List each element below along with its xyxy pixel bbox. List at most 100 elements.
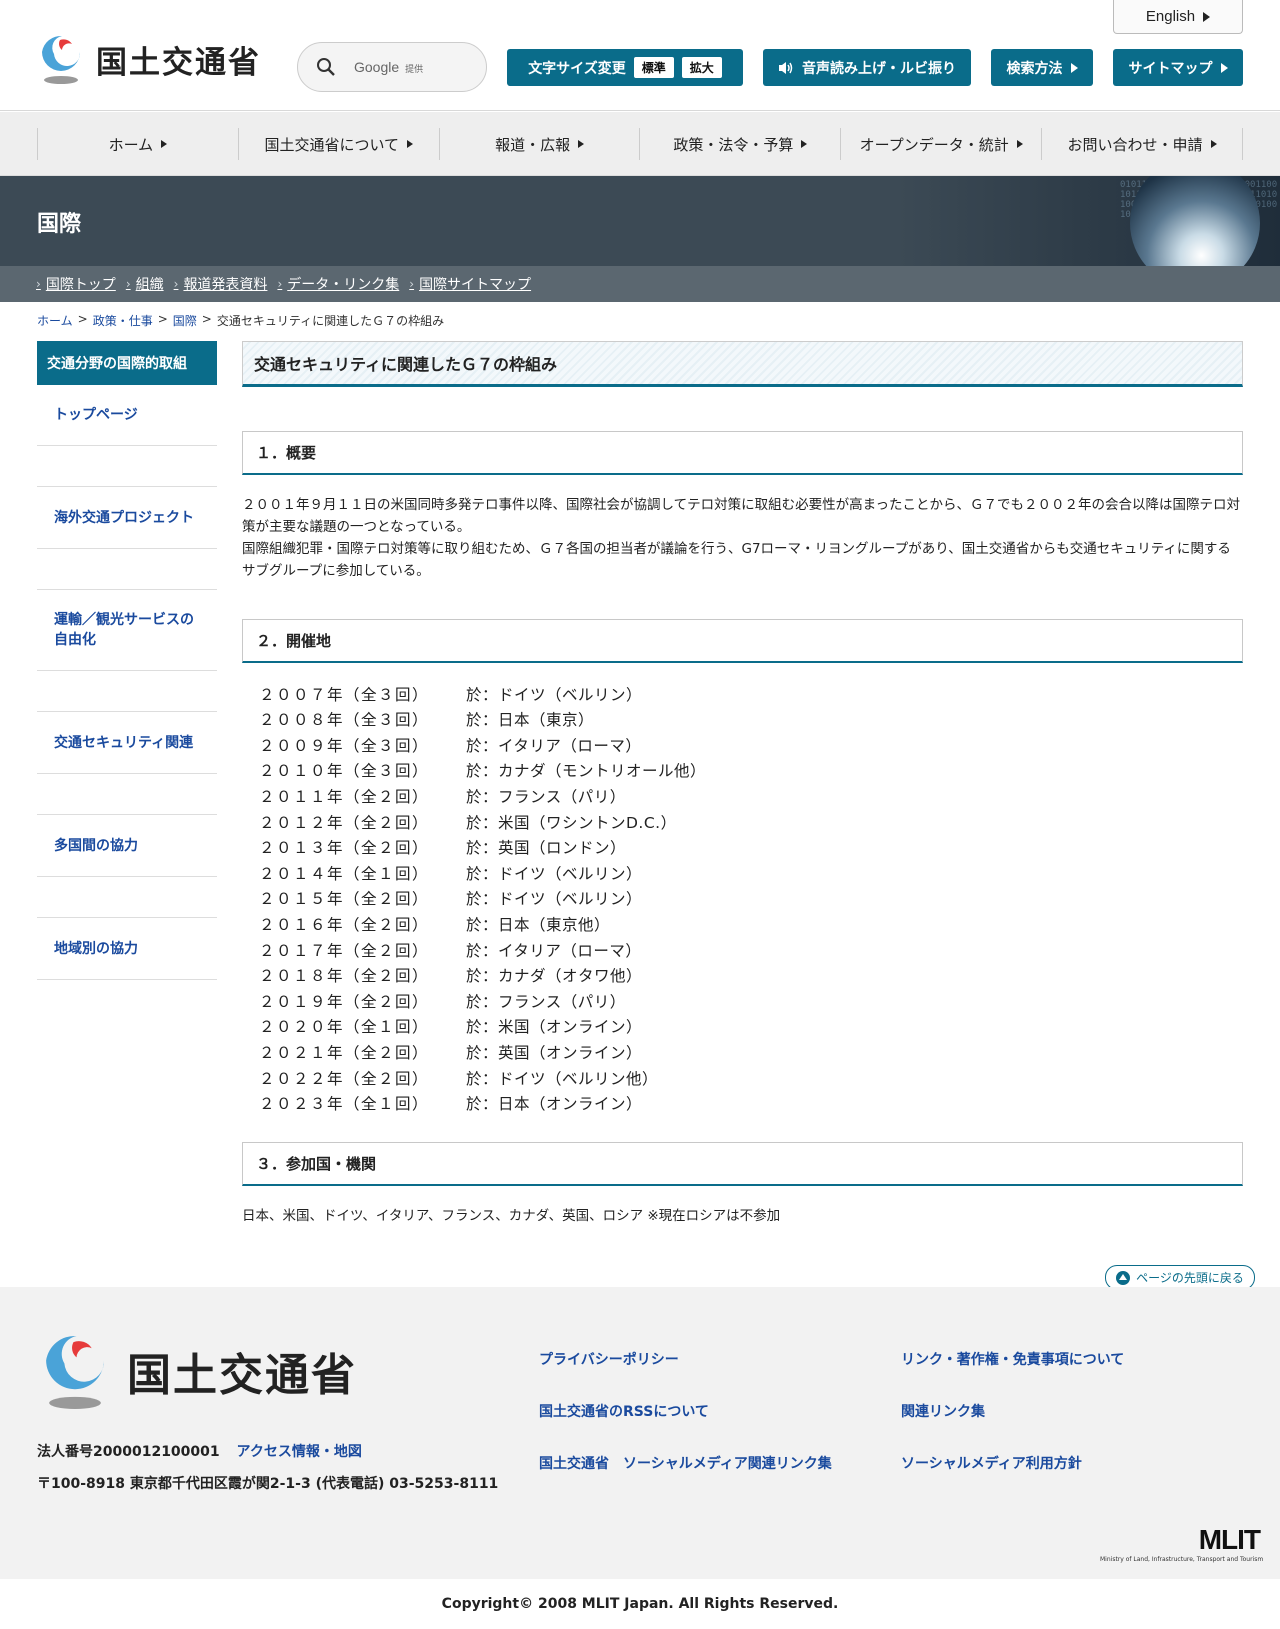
- font-size-label: 文字サイズ変更: [528, 60, 626, 77]
- search-input[interactable]: Google 提供: [297, 42, 487, 92]
- gnav-item-contact[interactable]: お問い合わせ・申請: [1042, 128, 1243, 160]
- mlit-logo-icon: [36, 32, 86, 86]
- breadcrumb-policy[interactable]: 政策・仕事: [93, 312, 153, 329]
- footer-link-related[interactable]: 関連リンク集: [901, 1401, 985, 1421]
- side-nav-item-overseas[interactable]: 海外交通プロジェクト: [37, 487, 217, 549]
- footer-link-text[interactable]: プライバシーポリシー: [539, 1352, 679, 1368]
- subnav-label: 報道発表資料: [183, 277, 268, 293]
- side-nav-divider: [37, 549, 217, 590]
- venue-row: ２０１５年（全２回） 於：ドイツ（ベルリン）: [259, 890, 643, 909]
- subnav-item-sitemap[interactable]: › 国際サイトマップ: [409, 274, 531, 294]
- footer-logo[interactable]: 国土交通省: [37, 1329, 357, 1413]
- section-heading-participants: ３．参加国・機関: [242, 1142, 1243, 1186]
- venue-row: ２０２２年（全２回） 於：ドイツ（ベルリン他）: [259, 1069, 659, 1088]
- venue-row: ２０１０年（全３回） 於：カナダ（モントリオール他）: [259, 762, 707, 781]
- font-size-standard-button[interactable]: 標準: [633, 57, 674, 78]
- globe-image: [1130, 176, 1260, 266]
- breadcrumb-separator: >: [157, 312, 168, 326]
- gnav-label: 報道・広報: [495, 135, 571, 154]
- footer-link-social-links[interactable]: 国土交通省 ソーシャルメディア関連リンク集: [539, 1453, 832, 1473]
- breadcrumb-separator: >: [77, 312, 88, 326]
- breadcrumb-separator: >: [201, 312, 212, 326]
- search-icon: [317, 58, 335, 76]
- subnav-item-organization[interactable]: › 組織: [126, 274, 164, 294]
- subnav-label: 組織: [135, 277, 164, 293]
- side-nav-link[interactable]: 運輸／観光サービスの自由化: [54, 610, 207, 650]
- footer-link-text[interactable]: 関連リンク集: [901, 1404, 985, 1420]
- side-nav-item-multilateral[interactable]: 多国間の協力: [37, 815, 217, 877]
- english-label: English: [1145, 8, 1196, 25]
- subnav-item-top[interactable]: › 国際トップ: [36, 274, 116, 294]
- footer-link-privacy[interactable]: プライバシーポリシー: [539, 1349, 679, 1369]
- side-nav-divider: [37, 446, 217, 487]
- logo-text: 国土交通省: [96, 44, 261, 81]
- copyright: Copyright© 2008 MLIT Japan. All Rights R…: [441, 1596, 839, 1612]
- font-size-large-button[interactable]: 拡大: [681, 57, 722, 78]
- footer-logo-text: 国土交通省: [127, 1350, 357, 1401]
- banner-title: 国際: [37, 212, 82, 237]
- footer-link-text[interactable]: ソーシャルメディア利用方針: [901, 1456, 1082, 1472]
- mlit-logo-text: MLIT: [1198, 1524, 1261, 1555]
- side-nav-item-top[interactable]: トップページ: [37, 385, 217, 446]
- chevron-right-icon: ›: [36, 277, 41, 291]
- footer-link-social-policy[interactable]: ソーシャルメディア利用方針: [901, 1453, 1082, 1473]
- subnav-item-data-links[interactable]: › データ・リンク集: [277, 274, 399, 294]
- side-nav-link[interactable]: 海外交通プロジェクト: [54, 508, 194, 528]
- corp-number: 法人番号2000012100001: [37, 1444, 220, 1460]
- side-nav-link[interactable]: 交通セキュリティ関連: [54, 733, 193, 753]
- page-title: 交通セキュリティに関連したＧ７の枠組み: [242, 341, 1243, 387]
- gnav-item-opendata[interactable]: オープンデータ・統計: [841, 128, 1043, 160]
- english-link[interactable]: English: [1113, 0, 1243, 34]
- breadcrumb: ホーム > 政策・仕事 > 国際 > 交通セキュリティに関連したＧ７の枠組み: [37, 312, 444, 329]
- venue-row: ２０１２年（全２回） 於：米国（ワシントンD.C.）: [259, 813, 677, 832]
- venue-row: ２０１６年（全２回） 於：日本（東京他）: [259, 915, 611, 934]
- footer-link-copyright[interactable]: リンク・著作権・免責事項について: [901, 1349, 1124, 1369]
- gnav-item-press[interactable]: 報道・広報: [440, 128, 641, 160]
- breadcrumb-international[interactable]: 国際: [173, 312, 197, 329]
- font-size-control: 文字サイズ変更 標準 拡大: [507, 49, 743, 86]
- footer-link-text[interactable]: 国土交通省のRSSについて: [539, 1404, 709, 1420]
- read-aloud-label: 音声読み上げ・ルビ振り: [802, 60, 956, 77]
- search-method-label: 検索方法: [1006, 60, 1063, 77]
- side-nav: 交通分野の国際的取組 トップページ 海外交通プロジェクト 運輸／観光サービスの自…: [37, 341, 217, 980]
- side-nav-item-security[interactable]: 交通セキュリティ関連: [37, 712, 217, 774]
- side-nav-item-regional[interactable]: 地域別の協力: [37, 918, 217, 980]
- site-logo[interactable]: 国土交通省: [36, 32, 261, 86]
- side-nav-link[interactable]: 地域別の協力: [54, 939, 138, 959]
- read-aloud-button[interactable]: 音声読み上げ・ルビ振り: [763, 49, 971, 86]
- side-nav-link[interactable]: トップページ: [54, 405, 138, 425]
- subnav-item-press-releases[interactable]: › 報道発表資料: [174, 274, 268, 294]
- venue-row: ２０１９年（全２回） 於：フランス（パリ）: [259, 992, 626, 1011]
- chevron-right-icon: ›: [277, 277, 283, 291]
- venue-row: ２００７年（全３回） 於：ドイツ（ベルリン）: [259, 685, 643, 704]
- triangle-right-icon: [1070, 62, 1078, 73]
- mlit-subtitle: Ministry of Land, Infrastructure, Transp…: [1100, 1556, 1264, 1563]
- gnav-item-about[interactable]: 国土交通省について: [239, 128, 440, 160]
- mlit-wordmark: MLIT Ministry of Land, Infrastructure, T…: [1100, 1524, 1264, 1563]
- gnav-item-policy[interactable]: 政策・法令・予算: [640, 128, 842, 160]
- gnav-label: お問い合わせ・申請: [1067, 135, 1203, 154]
- footer-link-text[interactable]: 国土交通省 ソーシャルメディア関連リンク集: [539, 1456, 832, 1472]
- subnav-label: 国際サイトマップ: [419, 277, 532, 293]
- footer-link-text[interactable]: リンク・著作権・免責事項について: [901, 1352, 1124, 1368]
- venue-row: ２０１３年（全２回） 於：英国（ロンドン）: [259, 839, 627, 858]
- triangle-right-icon: [161, 140, 168, 148]
- gnav-item-home[interactable]: ホーム: [38, 128, 239, 160]
- breadcrumb-home[interactable]: ホーム: [37, 312, 73, 329]
- triangle-right-icon: [1203, 11, 1211, 22]
- footer-link-rss[interactable]: 国土交通省のRSSについて: [539, 1401, 709, 1421]
- access-link[interactable]: アクセス情報・地図: [237, 1444, 362, 1460]
- triangle-right-icon: [407, 140, 414, 148]
- global-nav: ホーム 国土交通省について 報道・広報 政策・法令・予算 オープンデータ・統計 …: [0, 112, 1280, 176]
- venue-row: ２０１４年（全１回） 於：ドイツ（ベルリン）: [259, 864, 643, 883]
- section-banner: 国際 0101100101101001011010100110010110100…: [0, 176, 1280, 266]
- sitemap-button[interactable]: サイトマップ: [1113, 49, 1243, 86]
- side-nav-item-liberalization[interactable]: 運輸／観光サービスの自由化: [37, 590, 217, 671]
- side-nav-link[interactable]: 多国間の協力: [54, 836, 138, 856]
- site-header: English 国土交通省 Google 提供 文字サイズ変更 標準 拡大 音声…: [0, 0, 1280, 111]
- gnav-label: オープンデータ・統計: [859, 135, 1009, 154]
- search-method-button[interactable]: 検索方法: [991, 49, 1093, 86]
- subnav-label: データ・リンク集: [287, 277, 400, 293]
- triangle-right-icon: [1016, 140, 1023, 148]
- section-subnav: › 国際トップ › 組織 › 報道発表資料 › データ・リンク集 › 国際サイトマップ: [0, 266, 1280, 302]
